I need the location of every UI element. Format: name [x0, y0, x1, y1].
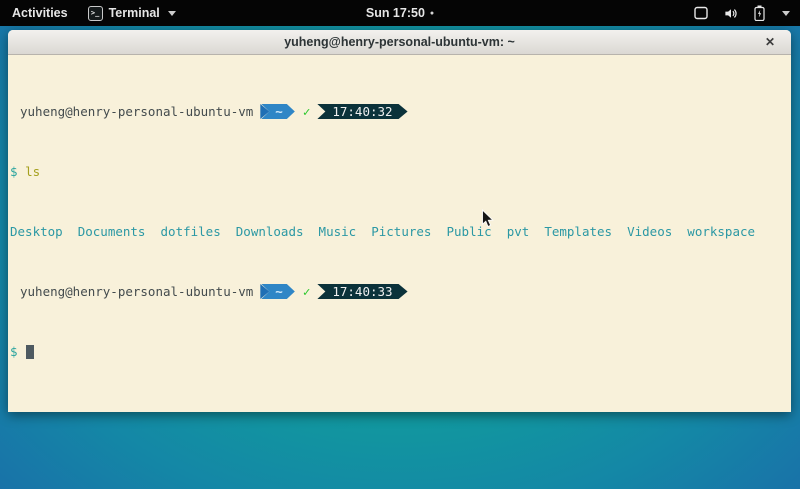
- prompt-time-badge: 17:40:33: [317, 284, 407, 299]
- prompt-path-label: ~: [275, 104, 283, 119]
- command-line: $ ls: [10, 164, 791, 179]
- app-menu-label: Terminal: [109, 6, 160, 20]
- prompt-line: yuheng@henry-personal-ubuntu-vm ~ ✓ 17:4…: [10, 104, 791, 119]
- prompt-time-label: 17:40:32: [332, 104, 392, 119]
- close-icon[interactable]: ✕: [762, 34, 778, 50]
- prompt-line: yuheng@henry-personal-ubuntu-vm ~ ✓ 17:4…: [10, 284, 791, 299]
- terminal-body[interactable]: yuheng@henry-personal-ubuntu-vm ~ ✓ 17:4…: [8, 56, 791, 412]
- desktop-background: Activities >_ Terminal Sun 17:50 ●: [0, 0, 800, 489]
- shell-prompt-symbol: $: [10, 344, 18, 359]
- notification-dot: ●: [430, 10, 434, 17]
- command-text: ls: [25, 164, 40, 179]
- chevron-down-icon[interactable]: [782, 11, 790, 16]
- chevron-down-icon: [168, 11, 176, 16]
- prompt-username: yuheng@henry-personal-ubuntu-vm: [20, 104, 253, 119]
- window-title: yuheng@henry-personal-ubuntu-vm: ~: [284, 35, 515, 49]
- activities-button[interactable]: Activities: [10, 6, 70, 20]
- volume-icon[interactable]: [723, 6, 739, 21]
- prompt-time-badge: 17:40:32: [317, 104, 407, 119]
- system-tray[interactable]: [694, 5, 790, 21]
- status-check-icon: ✓: [303, 284, 311, 299]
- terminal-window: yuheng@henry-personal-ubuntu-vm: ~ ✕ yuh…: [8, 30, 791, 412]
- status-check-icon: ✓: [303, 104, 311, 119]
- prompt-path-label: ~: [275, 284, 283, 299]
- title-bar[interactable]: yuheng@henry-personal-ubuntu-vm: ~ ✕: [8, 30, 791, 55]
- ls-output: Desktop Documents dotfiles Downloads Mus…: [10, 224, 791, 239]
- shell-prompt-symbol: $: [10, 164, 18, 179]
- top-bar: Activities >_ Terminal Sun 17:50 ●: [0, 0, 800, 26]
- top-bar-left: Activities >_ Terminal: [10, 6, 176, 21]
- battery-charging-icon[interactable]: [754, 5, 765, 21]
- prompt-username: yuheng@henry-personal-ubuntu-vm: [20, 284, 253, 299]
- prompt-time-label: 17:40:33: [332, 284, 392, 299]
- terminal-cursor: [26, 345, 34, 359]
- screen-icon[interactable]: [694, 6, 708, 20]
- command-line: $: [10, 344, 791, 359]
- app-menu-terminal[interactable]: >_ Terminal: [88, 6, 176, 21]
- terminal-app-icon: >_: [88, 6, 103, 21]
- clock-label: Sun 17:50: [366, 6, 425, 20]
- clock[interactable]: Sun 17:50 ●: [366, 0, 434, 26]
